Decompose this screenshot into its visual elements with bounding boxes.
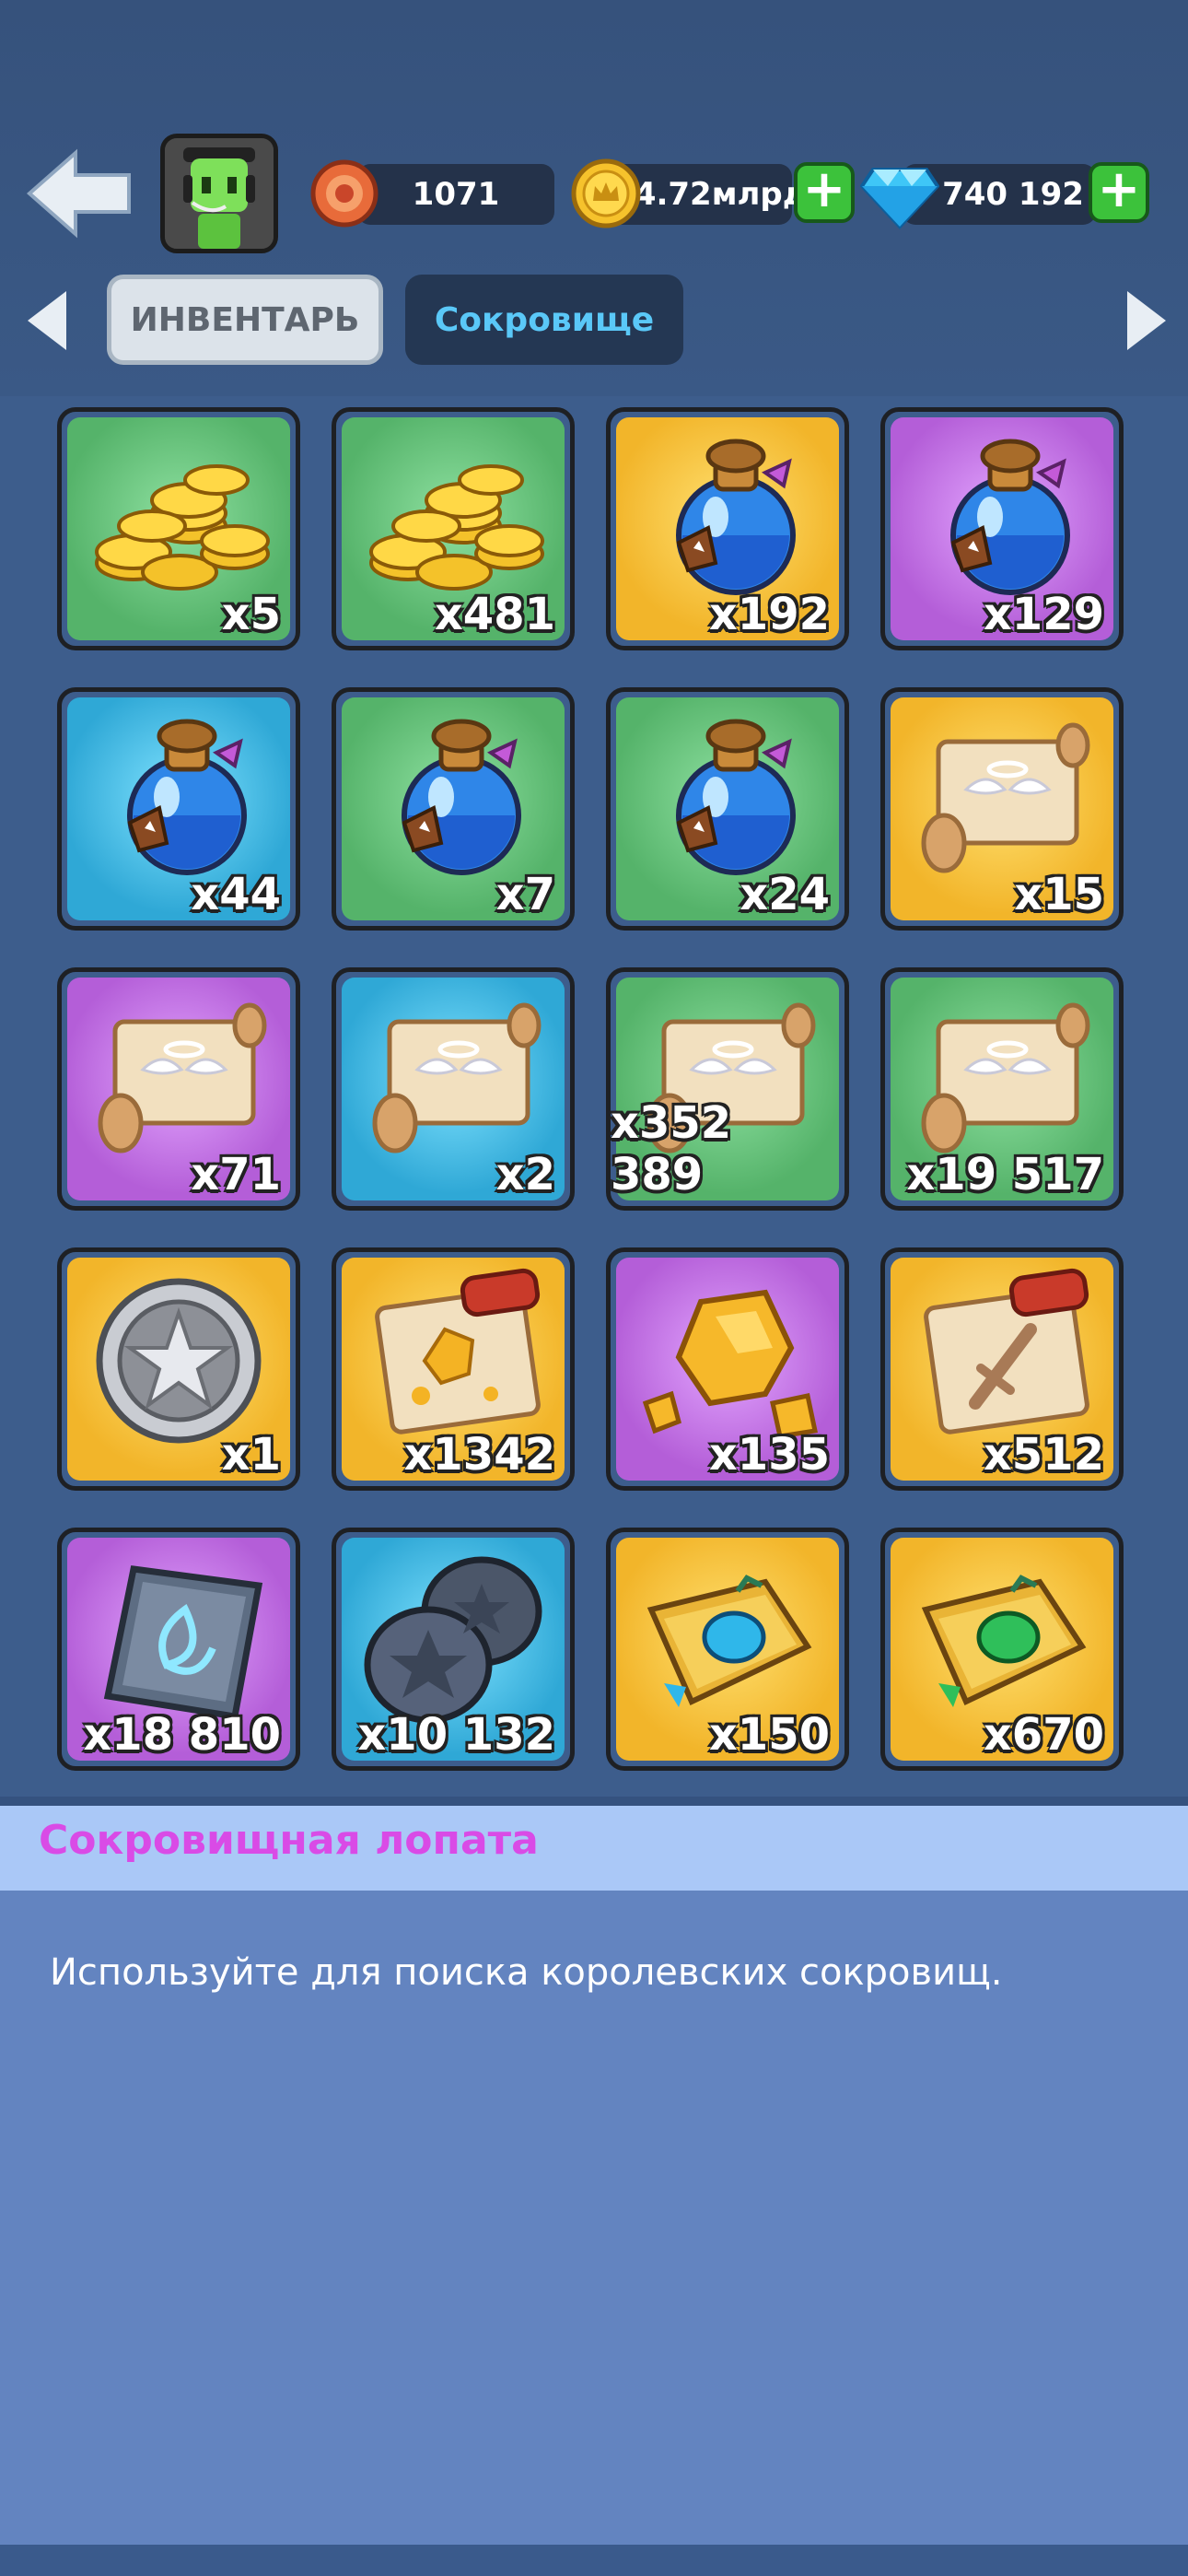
- potion-icon: [402, 719, 521, 875]
- item-slot[interactable]: x481: [332, 407, 575, 650]
- tab-treasure[interactable]: Сокровище: [405, 275, 683, 365]
- item-quantity: x71: [191, 1149, 281, 1200]
- tab-inventory[interactable]: ИНВЕНТАРЬ: [107, 275, 383, 365]
- item-quantity: x15: [1014, 869, 1104, 920]
- add-gold-button[interactable]: +: [794, 162, 855, 223]
- blue-orb-book-icon: [646, 1575, 812, 1707]
- item-quantity: x352 389: [611, 1097, 732, 1200]
- medal-icon: [308, 157, 381, 230]
- sword-scroll-icon: [924, 1268, 1089, 1434]
- chevron-left-icon: [28, 291, 66, 350]
- item-quantity: x1342: [403, 1429, 555, 1481]
- silver-star-coin-icon: [96, 1278, 262, 1444]
- item-slot[interactable]: x71: [57, 967, 300, 1211]
- item-quantity: x7: [495, 869, 555, 920]
- gold-coin-icon: [569, 157, 643, 230]
- item-title: Сокровищная лопата: [39, 1817, 539, 1864]
- tab-inventory-label: ИНВЕНТАРЬ: [130, 300, 360, 339]
- item-slot[interactable]: x24: [606, 687, 849, 931]
- medal-counter: 1071: [357, 164, 554, 225]
- item-quantity: x150: [708, 1709, 830, 1761]
- item-slot[interactable]: x19 517: [880, 967, 1124, 1211]
- item-slot[interactable]: x2: [332, 967, 575, 1211]
- gold-coins-icon: [95, 464, 270, 591]
- item-slot[interactable]: x18 810: [57, 1528, 300, 1771]
- item-description: Используйте для поиска королевских сокро…: [50, 1951, 1003, 1994]
- item-slot[interactable]: x150: [606, 1528, 849, 1771]
- item-slot[interactable]: x352 389: [606, 967, 849, 1211]
- avatar[interactable]: [160, 134, 278, 253]
- green-orb-book-icon: [921, 1575, 1087, 1707]
- item-quantity: x670: [983, 1709, 1104, 1761]
- item-slot[interactable]: x44: [57, 687, 300, 931]
- tab-treasure-label: Сокровище: [434, 300, 655, 339]
- bottom-bar: [0, 2545, 1188, 2576]
- plus-icon: +: [802, 159, 846, 219]
- winged-scroll-icon: [372, 1002, 542, 1153]
- winged-scroll-icon: [921, 722, 1090, 873]
- gem-amount: 740 192: [942, 176, 1084, 213]
- potion-icon: [127, 719, 247, 875]
- item-slot[interactable]: x5: [57, 407, 300, 650]
- item-quantity: x18 810: [83, 1709, 281, 1761]
- item-quantity: x1: [221, 1429, 281, 1481]
- potion-icon: [676, 719, 796, 875]
- gold-map-scroll-icon: [375, 1268, 541, 1434]
- gold-ore-icon: [642, 1289, 818, 1439]
- add-gems-button[interactable]: +: [1089, 162, 1149, 223]
- item-quantity: x512: [983, 1429, 1104, 1481]
- rune-stone-icon: [103, 1565, 263, 1720]
- tab-next-button[interactable]: [1118, 284, 1173, 357]
- item-slot[interactable]: x670: [880, 1528, 1124, 1771]
- diamond-icon: [859, 157, 940, 230]
- item-quantity: x24: [740, 869, 830, 920]
- item-slot[interactable]: x1342: [332, 1247, 575, 1491]
- item-slot[interactable]: x10 132: [332, 1528, 575, 1771]
- potion-icon: [676, 439, 796, 595]
- back-arrow-icon: [26, 148, 131, 239]
- winged-scroll-icon: [921, 1002, 1090, 1153]
- chevron-right-icon: [1127, 291, 1166, 350]
- winged-scroll-icon: [98, 1002, 267, 1153]
- tab-prev-button[interactable]: [20, 284, 76, 357]
- gold-amount: 4.72млрд: [634, 176, 809, 213]
- item-slot[interactable]: x192: [606, 407, 849, 650]
- gold-coins-icon: [369, 464, 544, 591]
- potion-icon: [950, 439, 1070, 595]
- item-quantity: x135: [708, 1429, 830, 1481]
- item-quantity: x481: [434, 589, 555, 640]
- item-slot[interactable]: x512: [880, 1247, 1124, 1491]
- player-avatar-icon: [165, 138, 274, 249]
- item-quantity: x10 132: [357, 1709, 555, 1761]
- item-quantity: x19 517: [906, 1149, 1104, 1200]
- item-quantity: x5: [221, 589, 281, 640]
- item-slot[interactable]: x129: [880, 407, 1124, 650]
- item-quantity: x129: [983, 589, 1104, 640]
- item-slot[interactable]: x7: [332, 687, 575, 931]
- item-slot[interactable]: x1: [57, 1247, 300, 1491]
- star-stones-icon: [364, 1556, 542, 1724]
- back-button[interactable]: [26, 147, 134, 240]
- plus-icon: +: [1097, 159, 1141, 219]
- item-slot[interactable]: x135: [606, 1247, 849, 1491]
- item-quantity: x2: [495, 1149, 555, 1200]
- item-quantity: x192: [708, 589, 830, 640]
- medal-amount: 1071: [412, 176, 500, 213]
- item-quantity: x44: [191, 869, 281, 920]
- item-slot[interactable]: x15: [880, 687, 1124, 931]
